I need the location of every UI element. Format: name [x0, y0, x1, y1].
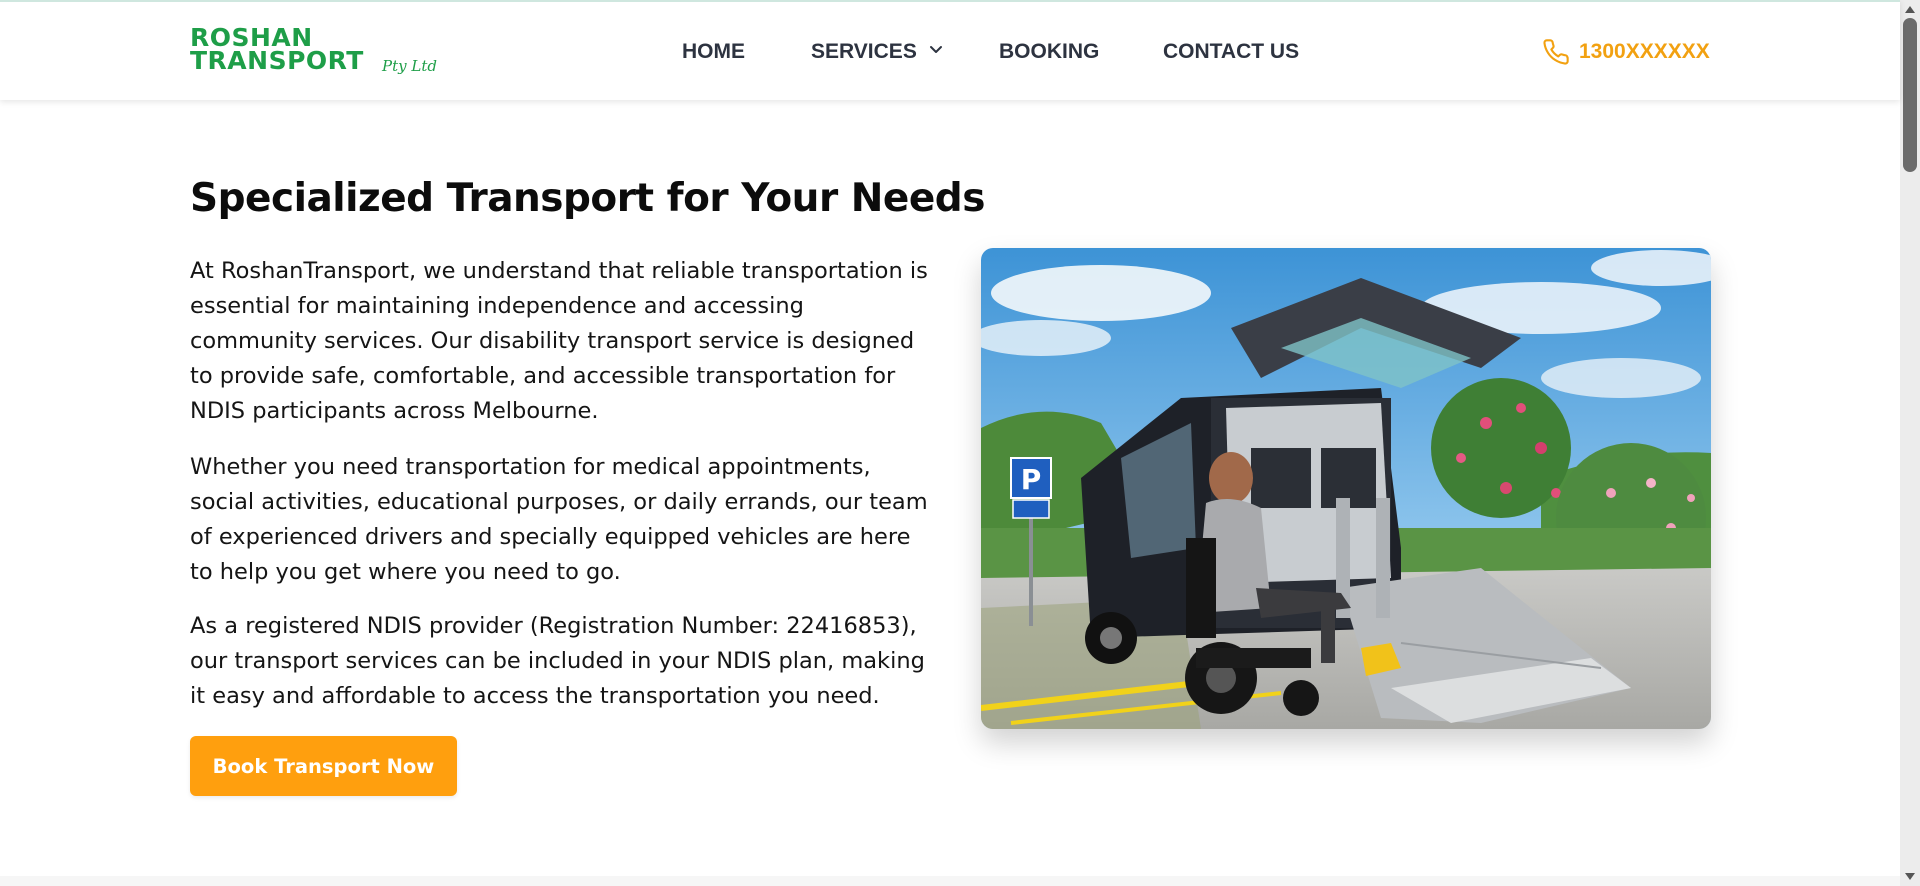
nav-booking[interactable]: BOOKING — [999, 40, 1099, 64]
site-header: ROSHAN TRANSPORT Pty Ltd HOME SERVICES B… — [0, 0, 1900, 100]
logo-subtitle: Pty Ltd — [382, 57, 437, 75]
page-scrollbar[interactable] — [1900, 0, 1920, 886]
nav-services[interactable]: SERVICES — [811, 40, 943, 64]
scroll-up-arrow-icon[interactable] — [1905, 6, 1915, 13]
scroll-down-arrow-icon[interactable] — [1905, 873, 1915, 880]
page-title: Specialized Transport for Your Needs — [190, 176, 985, 221]
nav-home[interactable]: HOME — [682, 40, 745, 64]
brand-logo[interactable]: ROSHAN TRANSPORT Pty Ltd — [190, 25, 440, 80]
book-transport-button[interactable]: Book Transport Now — [190, 736, 457, 796]
nav-contact-us[interactable]: CONTACT US — [1163, 40, 1299, 64]
intro-paragraph: At RoshanTransport, we understand that r… — [190, 258, 928, 424]
next-section-edge — [0, 876, 1900, 886]
scroll-thumb[interactable] — [1903, 18, 1917, 172]
wheelchair-van-photo: P — [981, 248, 1711, 729]
phone-number: 1300XXXXXX — [1579, 40, 1710, 63]
services-paragraph: Whether you need transportation for medi… — [190, 454, 928, 585]
nav-services-label: SERVICES — [811, 40, 917, 63]
ndis-paragraph: As a registered NDIS provider (Registrat… — [190, 613, 925, 709]
parking-sign-letter: P — [1021, 463, 1042, 496]
chevron-down-icon — [929, 46, 942, 54]
phone-icon — [1543, 39, 1569, 65]
